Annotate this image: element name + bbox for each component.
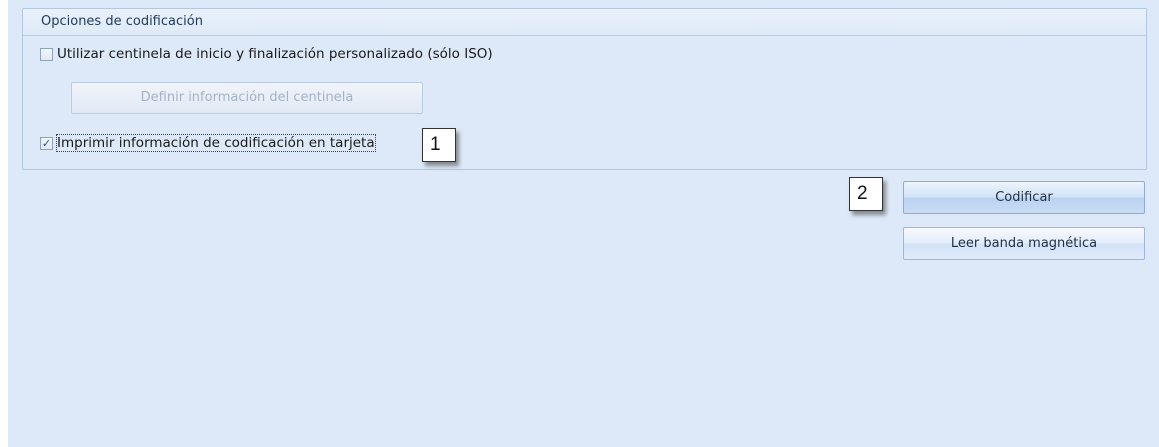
custom-sentinel-option[interactable]: Utilizar centinela de inicio y finalizac… bbox=[40, 46, 493, 62]
custom-sentinel-label[interactable]: Utilizar centinela de inicio y finalizac… bbox=[57, 46, 493, 62]
callout-marker-1: 1 bbox=[422, 128, 456, 162]
encoding-options-group: Opciones de codificación Utilizar centin… bbox=[22, 8, 1147, 170]
print-encoding-label[interactable]: Imprimir información de codificación en … bbox=[56, 134, 376, 152]
define-sentinel-button[interactable]: Definir información del centinela bbox=[71, 82, 423, 114]
encoding-window: Opciones de codificación Utilizar centin… bbox=[8, 0, 1159, 447]
custom-sentinel-checkbox[interactable] bbox=[40, 47, 53, 61]
group-title: Opciones de codificación bbox=[23, 9, 1146, 36]
read-magnetic-stripe-button[interactable]: Leer banda magnética bbox=[903, 227, 1145, 260]
check-icon: ✓ bbox=[41, 136, 52, 150]
print-encoding-checkbox[interactable]: ✓ bbox=[40, 136, 53, 150]
callout-marker-2: 2 bbox=[849, 177, 883, 211]
encode-button[interactable]: Codificar bbox=[903, 181, 1145, 214]
print-encoding-option[interactable]: ✓ Imprimir información de codificación e… bbox=[40, 134, 376, 152]
